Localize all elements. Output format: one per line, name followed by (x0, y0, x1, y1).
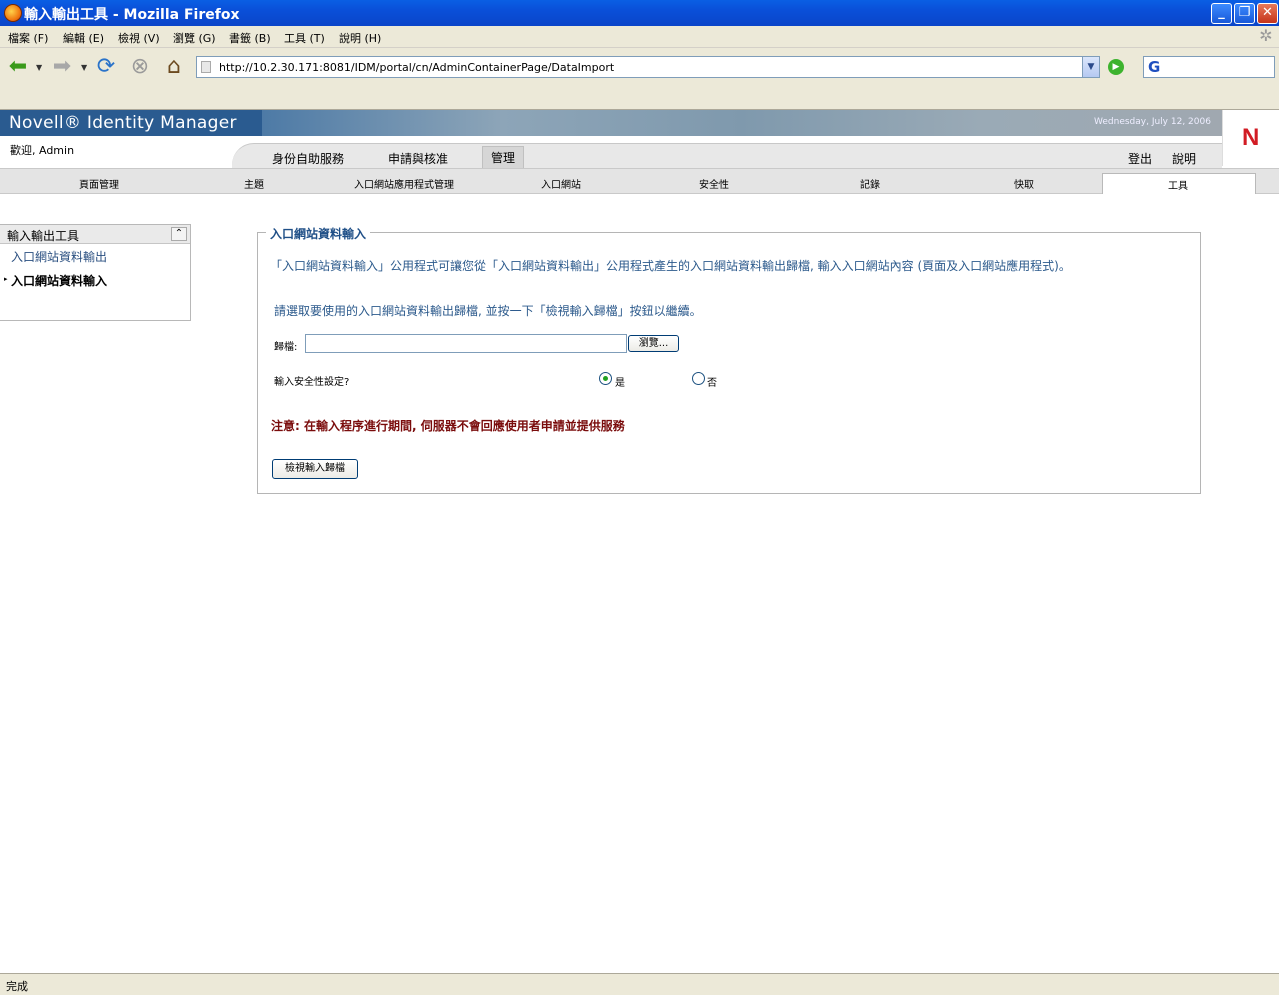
selected-arrow-icon: ▸ (4, 275, 8, 283)
help-link[interactable]: 說明 (1172, 150, 1196, 167)
top-tab-bar (232, 143, 1222, 168)
subtab-portal[interactable]: 入口網站 (541, 176, 581, 191)
subtab-logging[interactable]: 記錄 (860, 176, 880, 191)
radio-selected-dot (603, 376, 608, 381)
menu-view[interactable]: 檢視 (V) (118, 30, 160, 46)
url-bar[interactable]: http://10.2.30.171:8081/IDM/portal/cn/Ad… (196, 56, 1100, 78)
sidebar-item-portal-import[interactable]: 入口網站資料輸入 (11, 272, 107, 289)
menu-go[interactable]: 瀏覽 (G) (173, 30, 216, 46)
header-banner (262, 110, 1222, 136)
browse-button[interactable]: 瀏覽... (628, 335, 679, 352)
security-no-label[interactable]: 否 (707, 374, 717, 389)
subtab-tools[interactable]: 工具 (1168, 177, 1188, 192)
throbber-icon: ✲ (1259, 26, 1273, 45)
collapse-chevron-up-icon[interactable]: ⌃ (171, 227, 187, 241)
archive-file-input[interactable] (305, 334, 627, 353)
menubar: 檔案 (F) 編輯 (E) 檢視 (V) 瀏覽 (G) 書籤 (B) 工具 (T… (0, 26, 1279, 48)
subtab-caching[interactable]: 快取 (1014, 176, 1034, 191)
brand-bar: Novell® Identity Manager (0, 110, 262, 136)
import-warning-note: 注意: 在輸入程序進行期間, 伺服器不會回應使用者申請並提供服務 (271, 419, 625, 433)
sidebar-panel: 輸入輸出工具 ⌃ 入口網站資料輸出 ▸ 入口網站資料輸入 (0, 224, 191, 321)
view-import-archive-button[interactable]: 檢視輸入歸檔 (272, 459, 358, 479)
status-bar: 完成 (0, 973, 1279, 995)
sidebar-header: 輸入輸出工具 ⌃ (0, 225, 190, 244)
page-icon (201, 61, 211, 73)
maximize-button[interactable]: ❐ (1234, 3, 1255, 24)
security-yes-label[interactable]: 是 (615, 374, 625, 389)
google-search-icon[interactable]: G (1148, 58, 1160, 76)
subtab-page-admin[interactable]: 頁面管理 (79, 176, 119, 191)
bookmarks-toolbar (0, 86, 1279, 110)
tab-requests-approvals[interactable]: 申請與核准 (388, 150, 448, 167)
reload-icon[interactable]: ⟳ (92, 53, 120, 81)
brand-title: Novell® Identity Manager (9, 113, 237, 133)
sub-tab-bar (0, 168, 1279, 194)
menu-help[interactable]: 說明 (H) (339, 30, 381, 46)
novell-logo: N (1222, 110, 1279, 166)
url-text[interactable]: http://10.2.30.171:8081/IDM/portal/cn/Ad… (219, 61, 614, 74)
minimize-button[interactable]: _ (1211, 3, 1232, 24)
subtab-portlet-admin[interactable]: 入口網站應用程式管理 (354, 176, 454, 191)
menu-bookmarks[interactable]: 書籤 (B) (229, 30, 271, 46)
novell-logo-icon: N (1242, 124, 1260, 151)
window-titlebar: 輸入輸出工具 - Mozilla Firefox _ ❐ ✕ (0, 0, 1279, 26)
forward-dropdown-icon[interactable]: ▼ (81, 63, 87, 72)
go-icon[interactable]: ▶ (1108, 59, 1124, 75)
welcome-text: 歡迎, Admin (10, 144, 75, 157)
close-button[interactable]: ✕ (1257, 3, 1278, 24)
back-dropdown-icon[interactable]: ▼ (36, 63, 42, 72)
header-date: Wednesday, July 12, 2006 (1094, 117, 1211, 127)
security-no-radio[interactable] (692, 372, 705, 385)
firefox-logo-icon (4, 4, 22, 22)
import-security-label: 輸入安全性設定? (274, 377, 350, 388)
import-description: 「入口網站資料輸入」公用程式可讓您從「入口網站資料輸出」公用程式產生的入口網站資… (270, 259, 1071, 273)
subtab-theme[interactable]: 主題 (244, 176, 264, 191)
subtab-security[interactable]: 安全性 (699, 176, 729, 191)
tab-self-service[interactable]: 身份自助服務 (272, 150, 344, 167)
archive-label: 歸檔: (274, 342, 298, 353)
back-arrow-icon[interactable]: ⬅ (4, 53, 32, 81)
import-instruction: 請選取要使用的入口網站資料輸出歸檔, 並按一下「檢視輸入歸檔」按鈕以繼續。 (274, 304, 702, 318)
home-icon[interactable]: ⌂ (160, 53, 188, 81)
status-text: 完成 (6, 980, 28, 993)
fieldset-legend: 入口網站資料輸入 (266, 225, 371, 242)
sidebar-title: 輸入輸出工具 (7, 229, 80, 243)
tab-administration[interactable]: 管理 (482, 146, 525, 168)
url-dropdown-icon[interactable]: ▼ (1082, 57, 1099, 77)
search-box[interactable]: G (1143, 56, 1275, 78)
stop-icon[interactable]: ⊗ (126, 53, 154, 81)
logout-link[interactable]: 登出 (1128, 150, 1152, 167)
menu-file[interactable]: 檔案 (F) (8, 30, 48, 46)
security-yes-radio[interactable] (599, 372, 612, 385)
menu-tools[interactable]: 工具 (T) (284, 30, 325, 46)
menu-edit[interactable]: 編輯 (E) (63, 30, 104, 46)
forward-arrow-icon[interactable]: ➡ (48, 53, 76, 81)
window-title: 輸入輸出工具 - Mozilla Firefox (24, 7, 240, 23)
sidebar-item-portal-export[interactable]: 入口網站資料輸出 (11, 248, 107, 265)
